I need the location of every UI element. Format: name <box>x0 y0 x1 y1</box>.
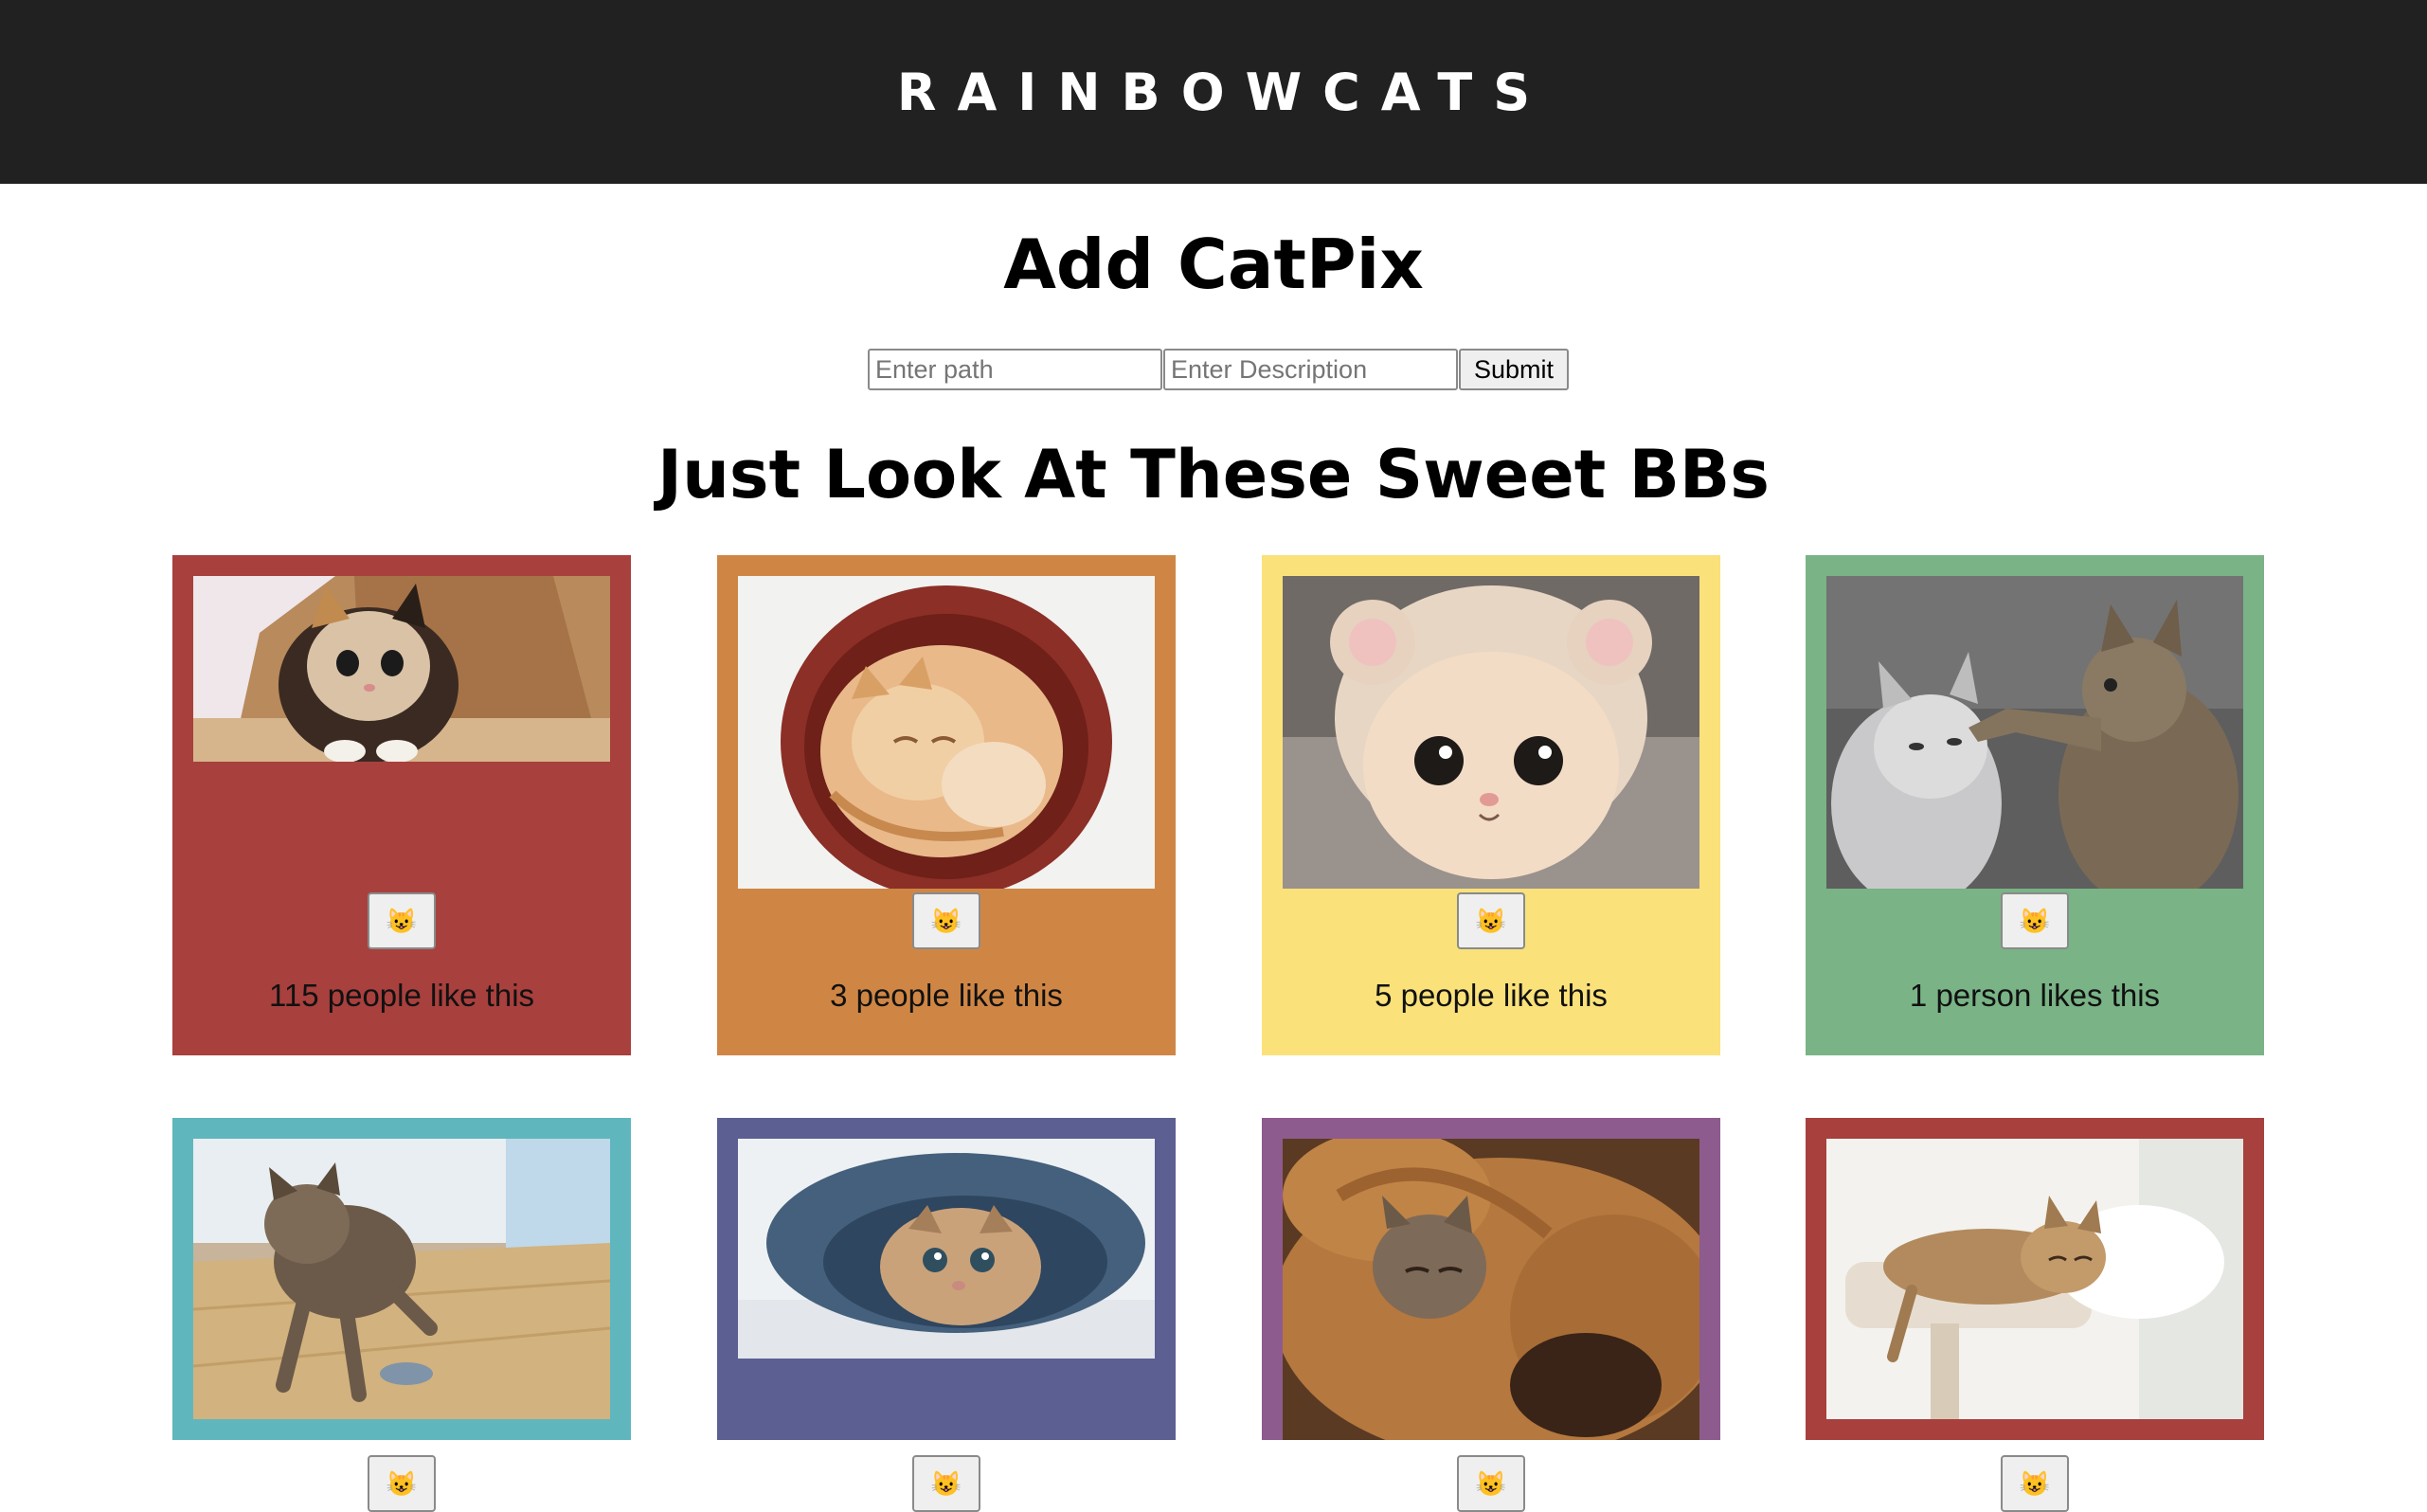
like-button[interactable]: 😺 <box>912 1455 980 1512</box>
top-nav-bar: RAINBOWCATS <box>0 0 2427 184</box>
cat-photo <box>738 576 1155 889</box>
cat-photo <box>193 576 610 762</box>
like-button[interactable]: 😺 <box>368 1455 436 1512</box>
cat-photo <box>1283 576 1699 889</box>
cat-photo <box>1826 1139 2243 1419</box>
likes-count: 5 people like this <box>1375 978 1608 1013</box>
add-catpix-heading: Add CatPix <box>1003 225 1424 304</box>
cat-photo <box>193 1139 610 1419</box>
like-button[interactable]: 😺 <box>2001 1455 2069 1512</box>
cat-card: 😺 3 people like this <box>717 555 1176 1055</box>
likes-count: 115 people like this <box>268 978 535 1013</box>
cat-photo <box>1283 1139 1699 1440</box>
like-button[interactable]: 😺 <box>368 892 436 949</box>
cat-card: 😺 <box>717 1118 1176 1512</box>
like-button[interactable]: 😺 <box>1457 892 1525 949</box>
likes-count: 1 person likes this <box>1909 978 2161 1013</box>
cat-card: 😺 1 person likes this <box>1806 555 2264 1055</box>
cat-card: 😺 5 people like this <box>1262 555 1720 1055</box>
like-button[interactable]: 😺 <box>912 892 980 949</box>
like-button[interactable]: 😺 <box>2001 892 2069 949</box>
gallery-heading: Just Look At These Sweet BBs <box>657 436 1770 513</box>
likes-count: 3 people like this <box>830 978 1063 1013</box>
like-button[interactable]: 😺 <box>1457 1455 1525 1512</box>
path-input[interactable] <box>868 349 1162 390</box>
cat-card: 😺 <box>1806 1118 2264 1512</box>
cat-card: 😺 <box>1262 1118 1720 1512</box>
cat-card: 😺 <box>172 1118 631 1512</box>
brand-title: RAINBOWCATS <box>896 62 1552 122</box>
description-input[interactable] <box>1163 349 1458 390</box>
submit-button[interactable]: Submit <box>1459 349 1569 390</box>
add-catpix-form: Submit <box>868 349 1569 390</box>
cat-photo <box>1826 576 2243 889</box>
cat-photo <box>738 1139 1155 1359</box>
cat-card: 😺 115 people like this <box>172 555 631 1055</box>
